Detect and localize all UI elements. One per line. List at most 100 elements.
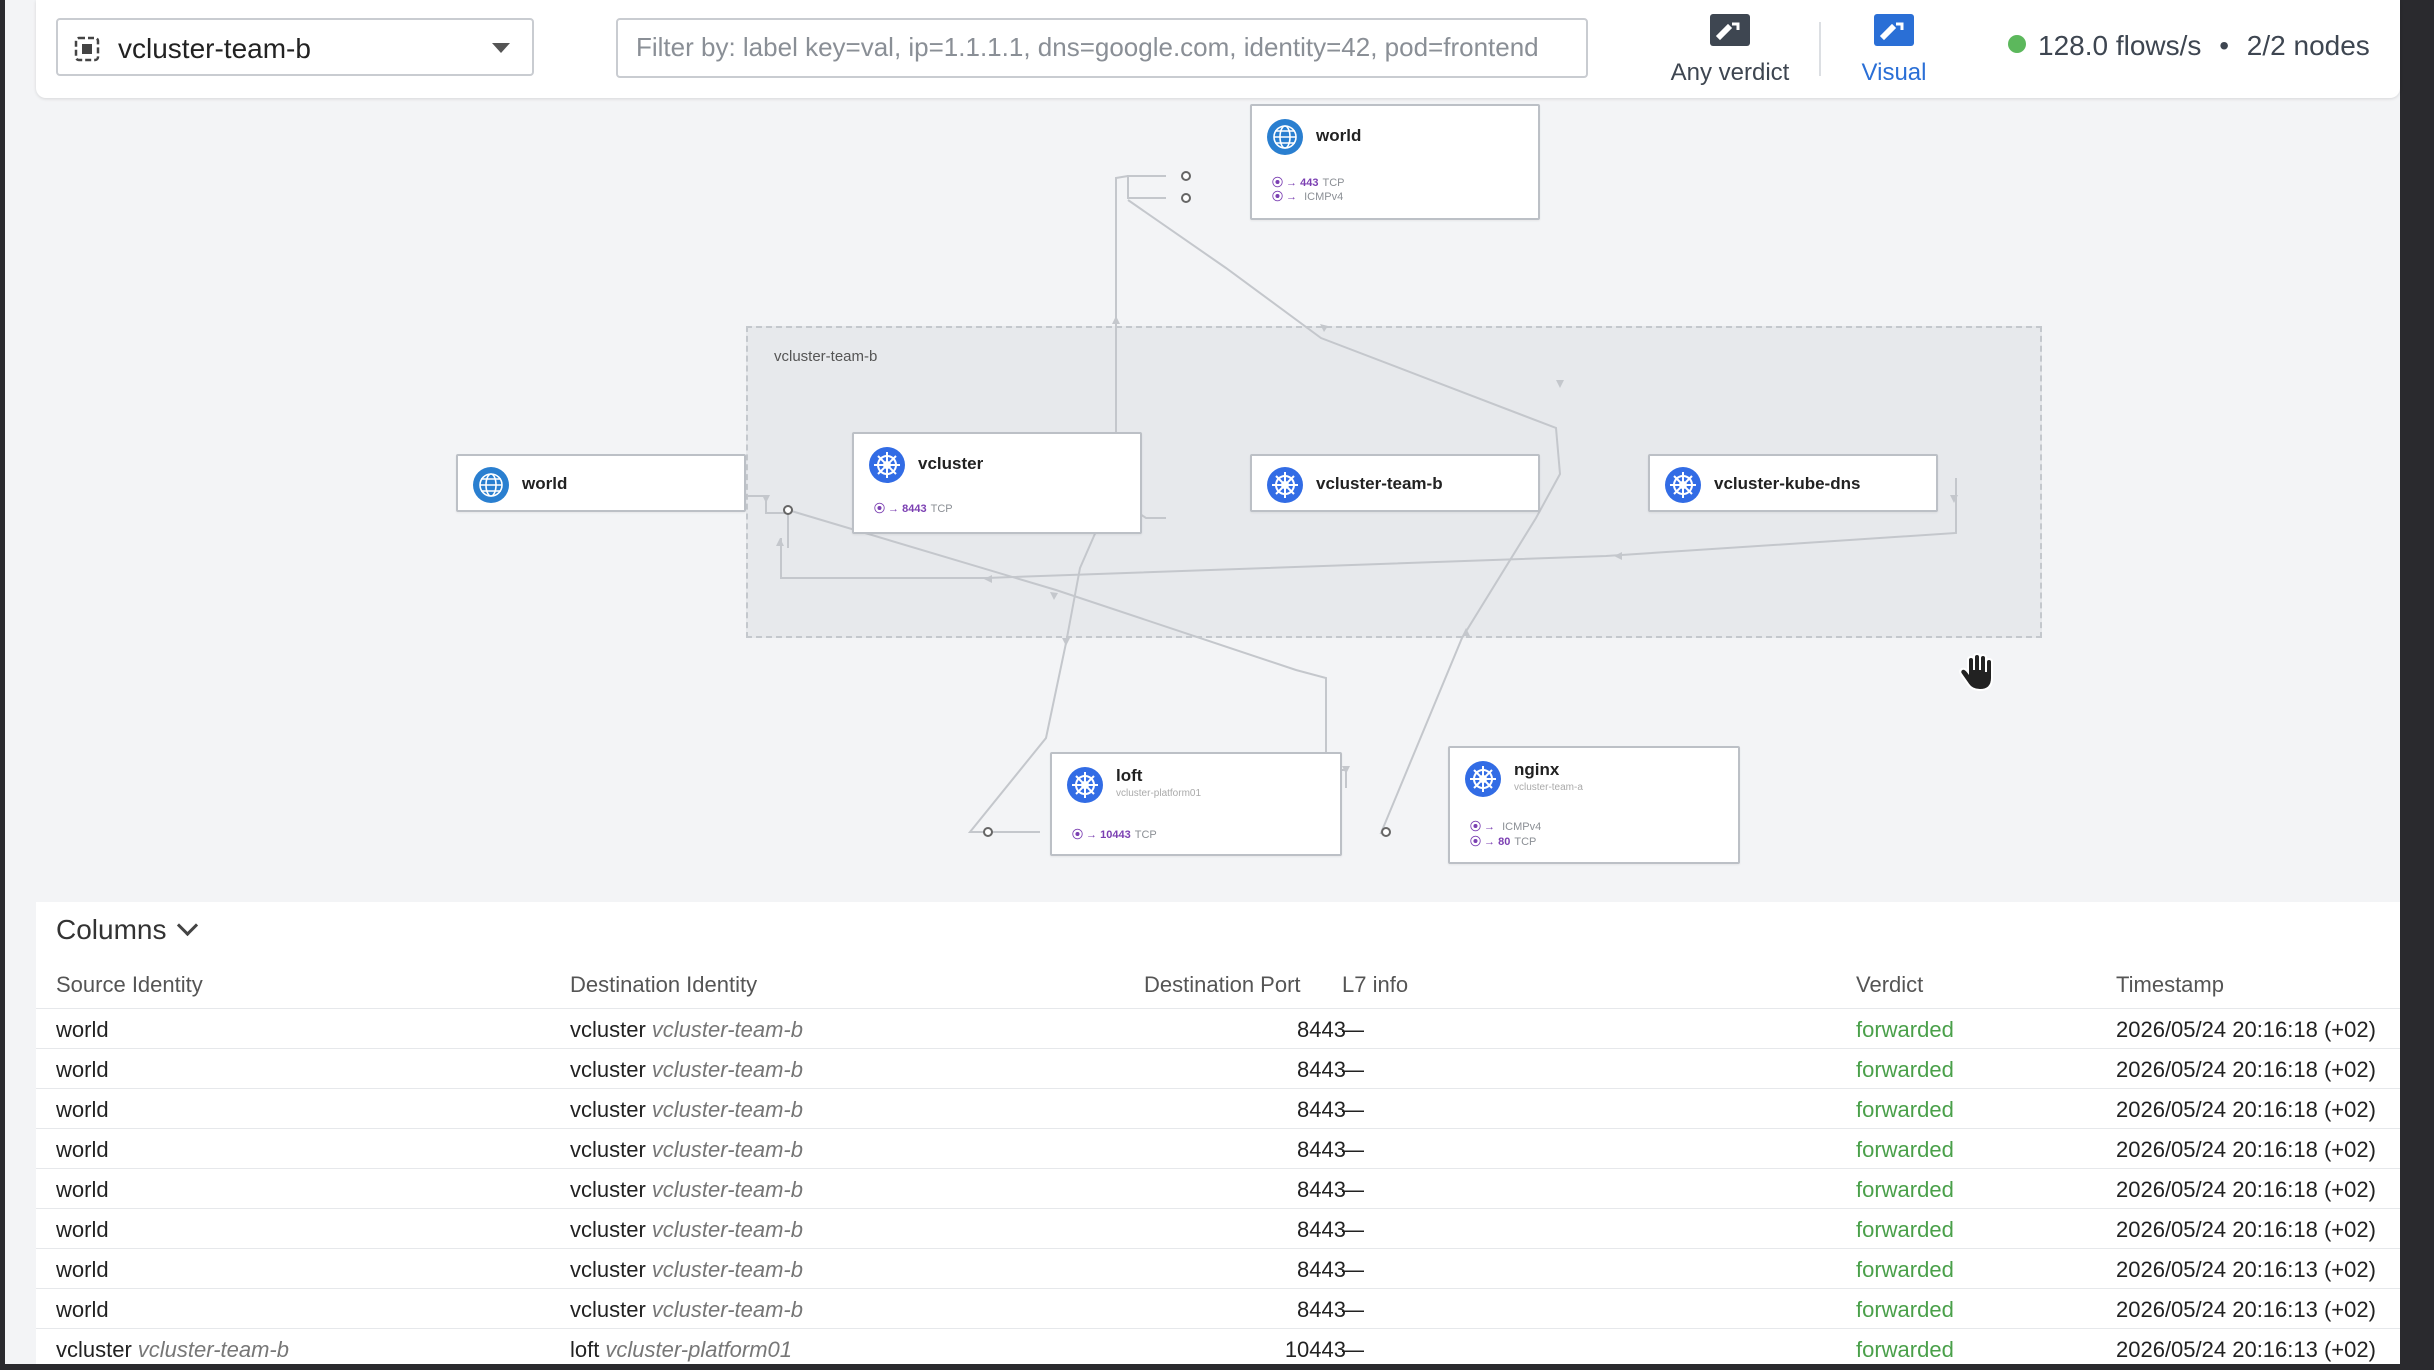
cell-port: 8443 xyxy=(1297,1057,1346,1082)
cell-l7: — xyxy=(1342,1137,1364,1162)
verdict-filter-button[interactable]: Any verdict xyxy=(1650,14,1810,86)
visual-view-label: Visual xyxy=(1861,59,1927,86)
status-dot-icon xyxy=(2008,35,2026,53)
cell-l7: — xyxy=(1342,1057,1364,1082)
cell-verdict: forwarded xyxy=(1856,1337,1954,1362)
globe-icon xyxy=(473,467,509,503)
flows-table: Columns Source Identity Destination Iden… xyxy=(36,902,2400,1364)
kubernetes-icon xyxy=(869,447,905,483)
verdict-icon xyxy=(1710,14,1750,46)
cell-destination: vcluster vcluster-team-b xyxy=(570,1217,803,1242)
table-row[interactable]: vcluster vcluster-team-b loft vcluster-plat… xyxy=(36,1328,2400,1369)
namespace-icon xyxy=(74,36,100,62)
cell-source: world xyxy=(56,1057,109,1082)
port-arrow-icon: ⦿ → xyxy=(1072,829,1101,841)
cell-timestamp: 2026/05/24 20:16:13 (+02) xyxy=(2116,1337,2376,1362)
window-frame-right xyxy=(2400,0,2434,1370)
table-row[interactable]: world vcluster vcluster-team-b 8443— forward… xyxy=(36,1208,2400,1249)
header-source[interactable]: Source Identity xyxy=(56,972,203,998)
filter-input[interactable] xyxy=(618,20,1594,74)
node-name: nginx xyxy=(1514,760,1560,779)
node-port: ⦿ → 80 TCP xyxy=(1470,836,1537,848)
table-row[interactable]: world vcluster vcluster-team-b 8443— forward… xyxy=(36,1088,2400,1129)
columns-toggle[interactable]: Columns xyxy=(56,914,199,946)
service-map[interactable]: vcluster-team-b world ⦿ → 443 TCP ⦿ → IC… xyxy=(36,98,2400,894)
cell-timestamp: 2026/05/24 20:16:13 (+02) xyxy=(2116,1297,2376,1322)
cell-source: world xyxy=(56,1297,109,1322)
cell-destination: vcluster vcluster-team-b xyxy=(570,1137,803,1162)
filter-box xyxy=(616,18,1594,78)
kubernetes-icon xyxy=(1267,467,1303,503)
node-loft[interactable]: loft vcluster-platform01 ⦿ → 10443 TCP xyxy=(1050,752,1342,856)
cell-verdict: forwarded xyxy=(1856,1257,1954,1282)
cell-port: 8443 xyxy=(1297,1097,1346,1122)
cell-verdict: forwarded xyxy=(1856,1297,1954,1322)
cell-port: 8443 xyxy=(1297,1217,1346,1242)
cell-source: world xyxy=(56,1177,109,1202)
cell-l7: — xyxy=(1342,1337,1364,1362)
port-arrow-icon: ⦿ → xyxy=(874,503,903,515)
cell-port: 8443 xyxy=(1297,1017,1346,1042)
table-row[interactable]: world vcluster vcluster-team-b 8443— forward… xyxy=(36,1168,2400,1209)
header-l7[interactable]: L7 info xyxy=(1342,972,1408,998)
cell-timestamp: 2026/05/24 20:16:18 (+02) xyxy=(2116,1137,2376,1162)
table-row[interactable]: world vcluster vcluster-team-b 8443— forward… xyxy=(36,1288,2400,1329)
visual-icon xyxy=(1874,14,1914,46)
port-arrow-icon: ⦿ → xyxy=(1470,821,1499,833)
node-world-left[interactable]: world xyxy=(456,454,746,512)
cell-source: world xyxy=(56,1017,109,1042)
visual-view-button[interactable]: Visual xyxy=(1836,14,1952,86)
cell-source: world xyxy=(56,1137,109,1162)
cell-verdict: forwarded xyxy=(1856,1177,1954,1202)
node-vcluster[interactable]: vcluster ⦿ → 8443 TCP xyxy=(852,432,1142,534)
cell-timestamp: 2026/05/24 20:16:18 (+02) xyxy=(2116,1217,2376,1242)
node-name: vcluster xyxy=(918,454,984,473)
cell-port: 8443 xyxy=(1297,1297,1346,1322)
cell-port: 8443 xyxy=(1297,1257,1346,1282)
node-name: loft xyxy=(1116,766,1143,785)
header-port[interactable]: Destination Port xyxy=(1144,972,1301,998)
table-row[interactable]: world vcluster vcluster-team-b 8443— forward… xyxy=(36,1048,2400,1089)
chevron-down-icon xyxy=(177,914,199,937)
cell-verdict: forwarded xyxy=(1856,1217,1954,1242)
top-bar: vcluster-team-b Any verdict Visual 128.0… xyxy=(36,0,2400,98)
port-arrow-icon: ⦿ → xyxy=(1272,191,1301,203)
node-vcluster-team-b[interactable]: vcluster-team-b xyxy=(1250,454,1540,512)
kubernetes-icon xyxy=(1067,767,1103,803)
node-name: world xyxy=(522,474,568,493)
port-arrow-icon: ⦿ → xyxy=(1470,836,1499,848)
cell-destination: loft vcluster-platform01 xyxy=(570,1337,793,1362)
table-row[interactable]: world vcluster vcluster-team-b 8443— forward… xyxy=(36,1248,2400,1289)
cell-timestamp: 2026/05/24 20:16:18 (+02) xyxy=(2116,1057,2376,1082)
node-name: vcluster-kube-dns xyxy=(1714,474,1861,493)
window-frame-left xyxy=(0,0,5,1370)
cell-l7: — xyxy=(1342,1097,1364,1122)
node-port: ⦿ → 8443 TCP xyxy=(874,503,953,515)
toolbar-divider xyxy=(1819,22,1821,76)
node-port: ⦿ → ICMPv4 xyxy=(1470,821,1542,833)
table-row[interactable]: world vcluster vcluster-team-b 8443— forward… xyxy=(36,1128,2400,1169)
nodes-count: 2/2 nodes xyxy=(2246,30,2370,61)
namespace-selector[interactable]: vcluster-team-b xyxy=(56,18,534,76)
namespace-label: vcluster-team-b xyxy=(118,33,311,64)
cell-l7: — xyxy=(1342,1017,1364,1042)
node-port: ⦿ → ICMPv4 xyxy=(1272,191,1344,203)
table-row[interactable]: world vcluster vcluster-team-b 8443— forward… xyxy=(36,1008,2400,1049)
cell-l7: — xyxy=(1342,1257,1364,1282)
node-world-top[interactable]: world ⦿ → 443 TCP ⦿ → ICMPv4 xyxy=(1250,104,1540,220)
node-nginx[interactable]: nginx vcluster-team-a ⦿ → ICMPv4 ⦿ → 80 T… xyxy=(1448,746,1740,864)
cell-source: world xyxy=(56,1257,109,1282)
header-verdict[interactable]: Verdict xyxy=(1856,972,1923,998)
header-timestamp[interactable]: Timestamp xyxy=(2116,972,2224,998)
cell-port: 8443 xyxy=(1297,1177,1346,1202)
cell-source: world xyxy=(56,1217,109,1242)
node-vcluster-kube-dns[interactable]: vcluster-kube-dns xyxy=(1648,454,1938,512)
cell-destination: vcluster vcluster-team-b xyxy=(570,1017,803,1042)
cell-destination: vcluster vcluster-team-b xyxy=(570,1057,803,1082)
node-port: ⦿ → 10443 TCP xyxy=(1072,829,1157,841)
header-destination[interactable]: Destination Identity xyxy=(570,972,757,998)
cell-timestamp: 2026/05/24 20:16:13 (+02) xyxy=(2116,1257,2376,1282)
flows-rate: 128.0 flows/s xyxy=(2038,30,2202,61)
cell-l7: — xyxy=(1342,1177,1364,1202)
cell-port: 8443 xyxy=(1297,1137,1346,1162)
